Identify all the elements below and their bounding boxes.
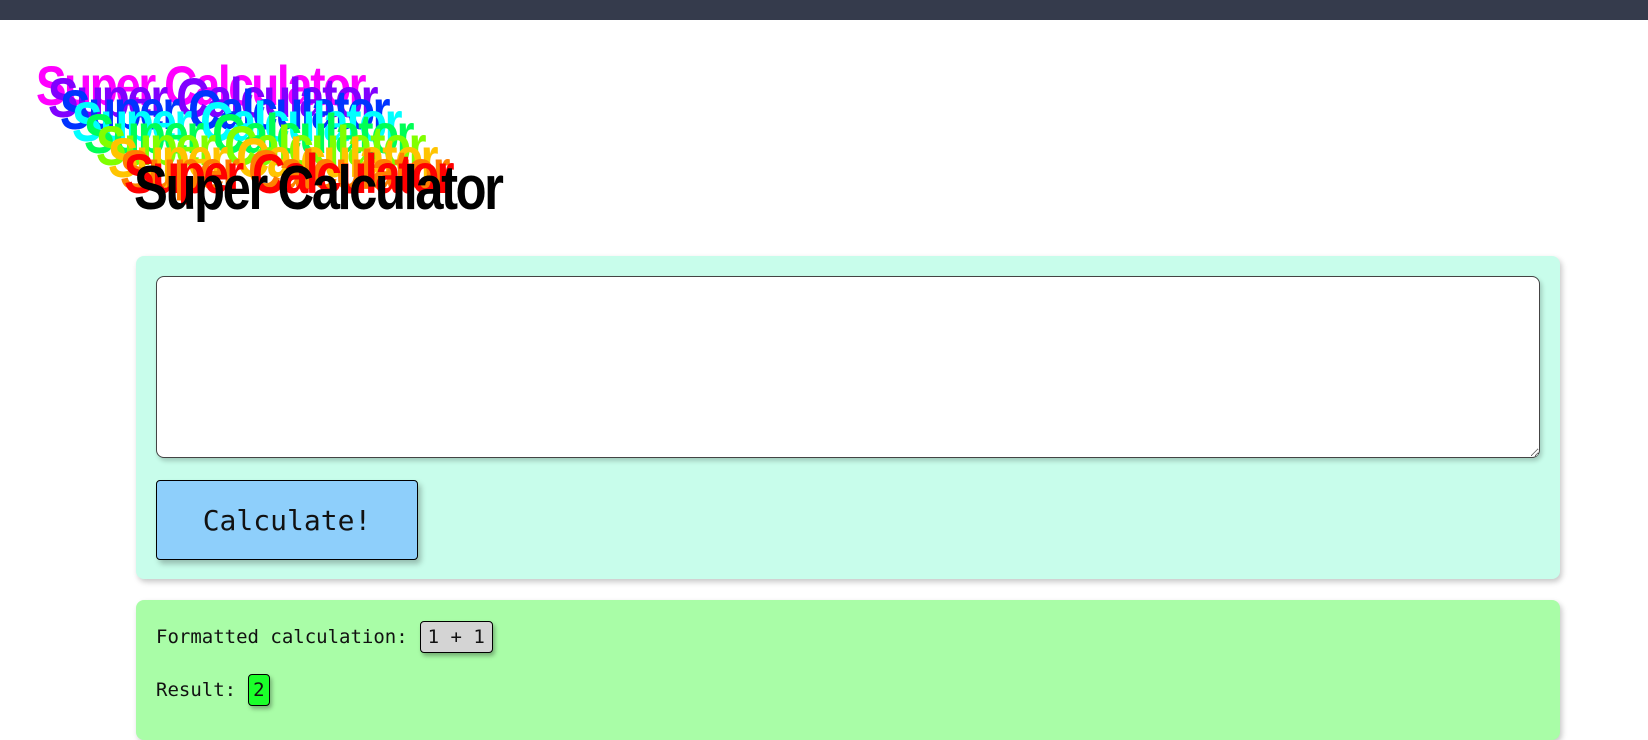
result-row: Result: 2 [156,673,270,707]
calculate-button[interactable]: Calculate! [156,480,418,560]
result-panel: Formatted calculation: 1 + 1 Result: 2 [136,600,1560,740]
formatted-calculation-label: Formatted calculation: [156,626,408,648]
result-value: 2 [248,674,270,706]
result-label: Result: [156,679,237,701]
formatted-calculation-row: Formatted calculation: 1 + 1 [156,620,493,654]
app-logo: Super Calculator Super Calculator Super … [0,0,600,240]
calculator-panel: Calculate! [136,256,1560,579]
logo-title: Super Calculator [134,154,504,223]
calculation-input[interactable] [156,276,1540,458]
formatted-calculation-value: 1 + 1 [419,621,493,653]
